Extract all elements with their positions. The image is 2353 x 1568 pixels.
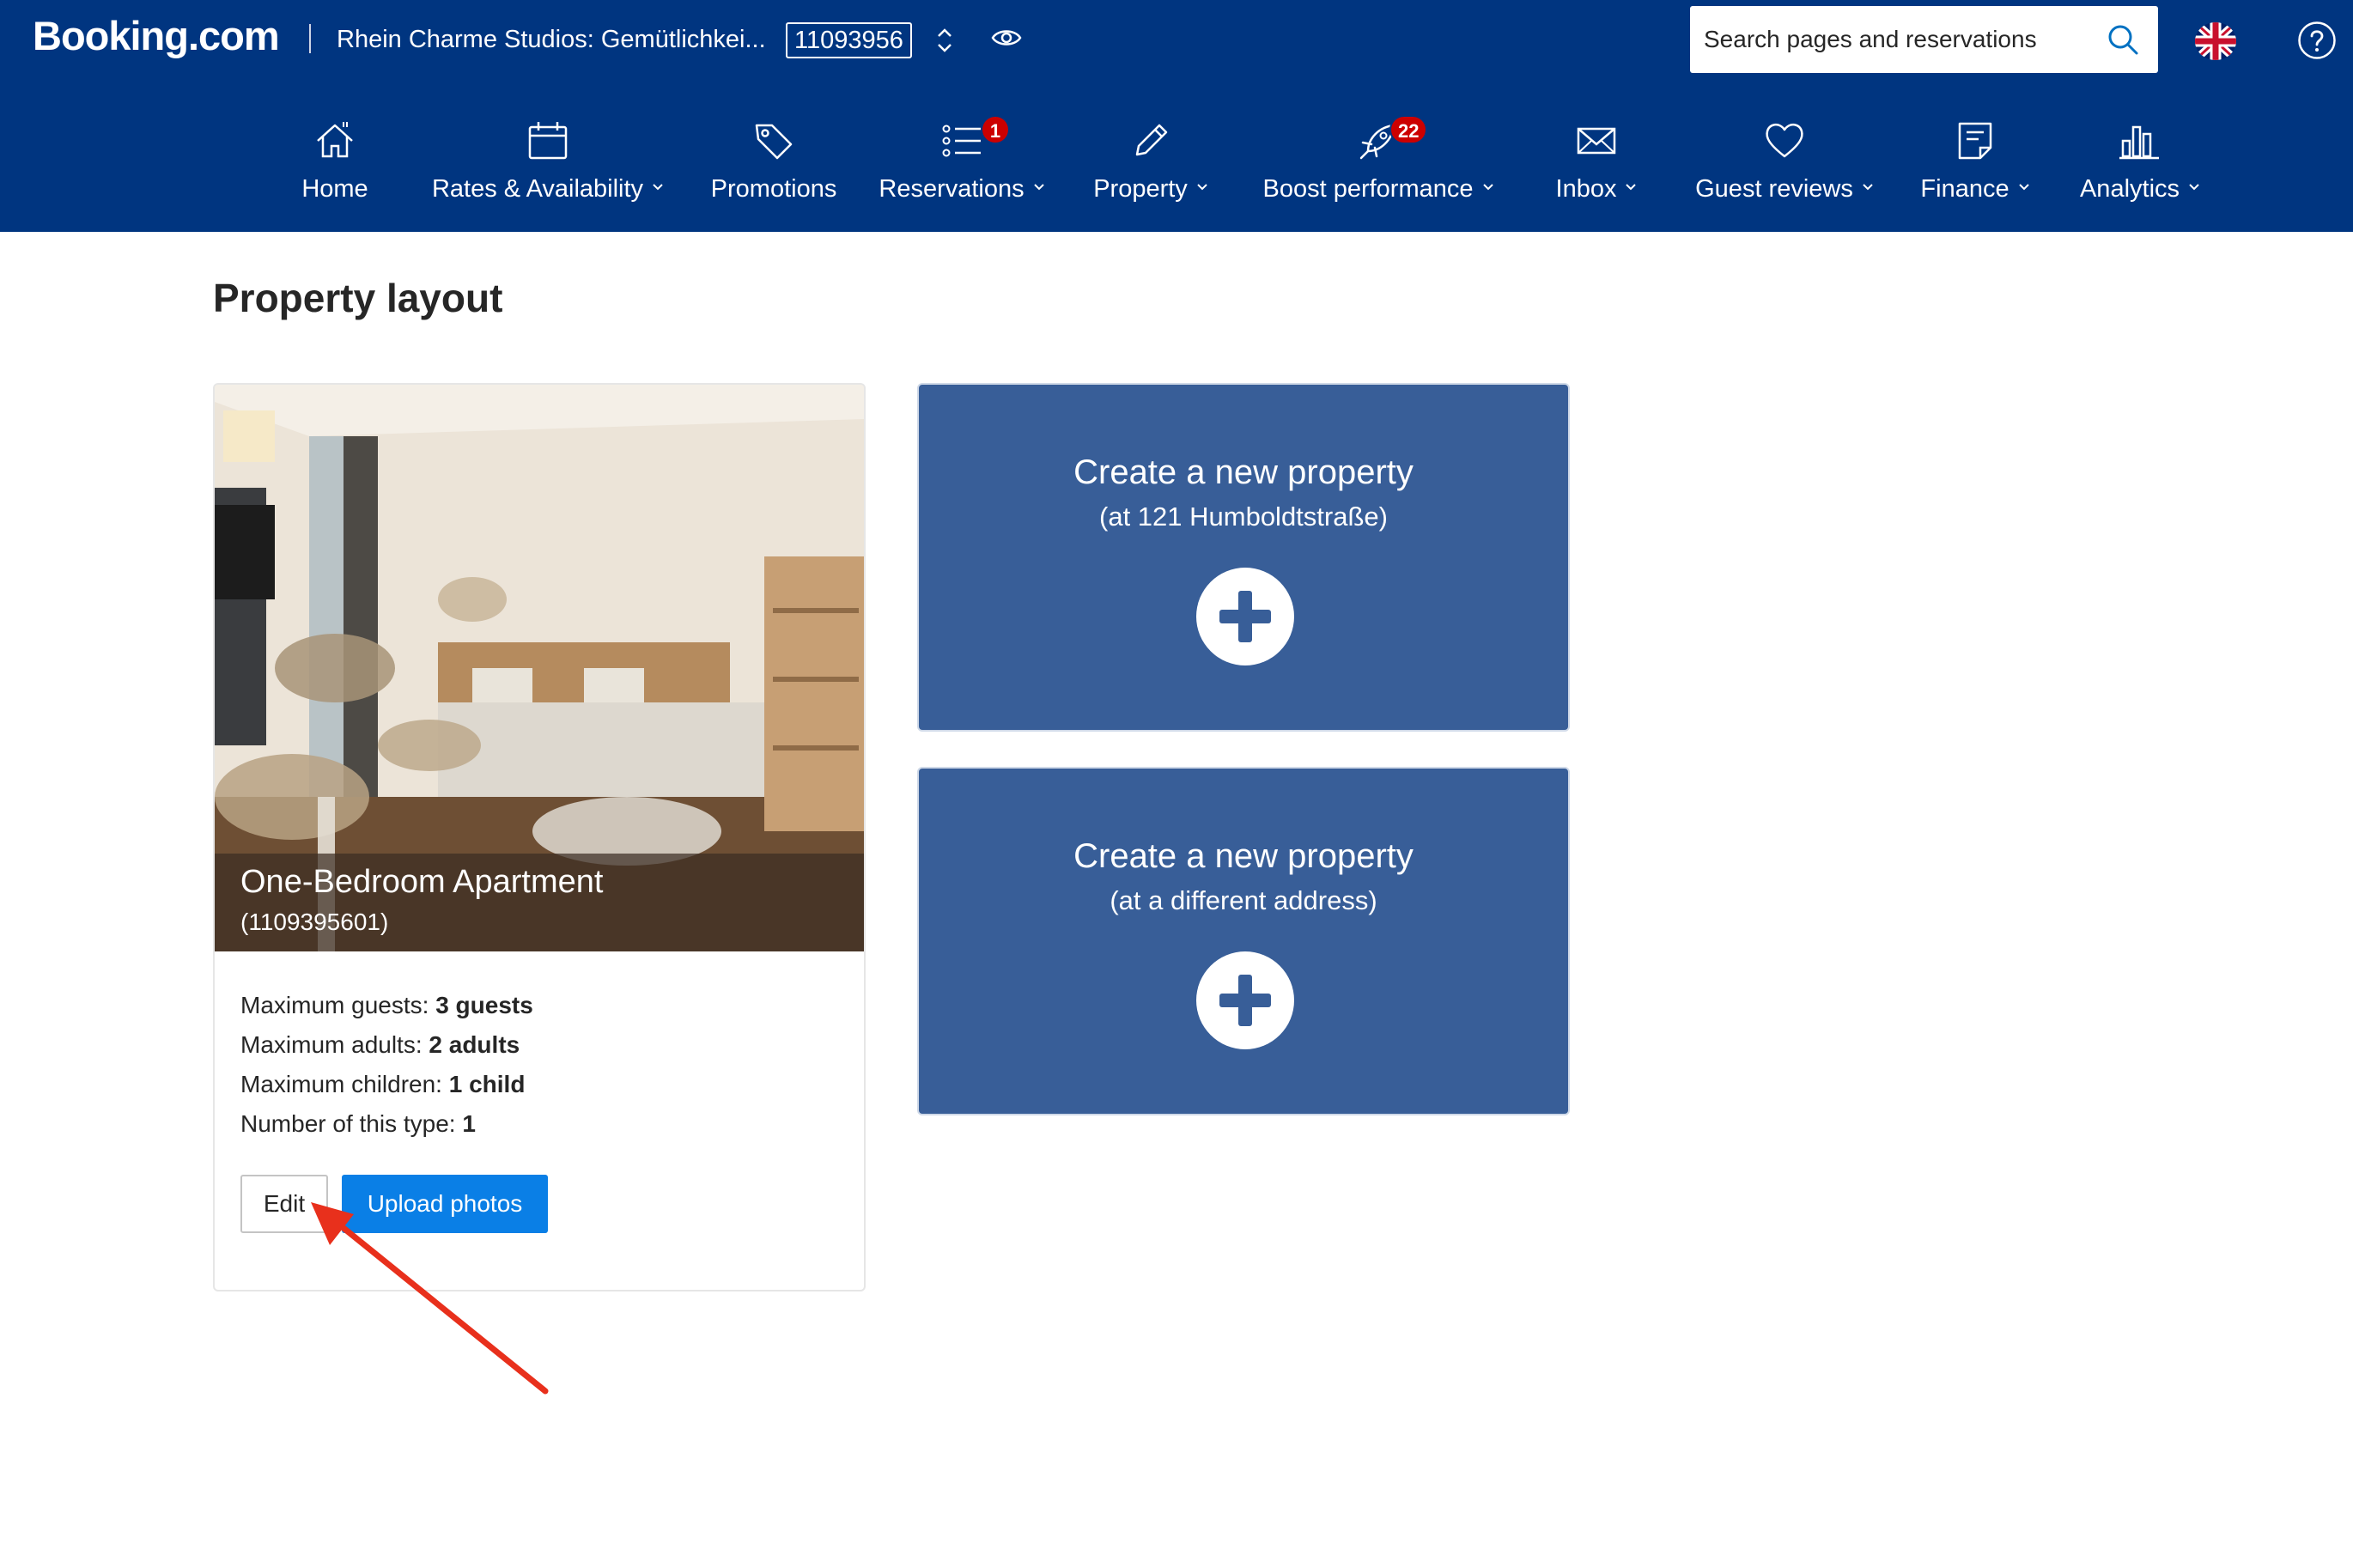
nav-label: Reservations: [879, 175, 1024, 203]
spec-label: Number of this type:: [240, 1110, 456, 1137]
create-card-title: Create a new property: [1073, 453, 1414, 491]
unit-title: One-Bedroom Apartment: [240, 864, 604, 900]
search-box[interactable]: [1690, 6, 2158, 73]
chevron-down-icon: [2189, 184, 2199, 191]
boost-badge: 22: [1389, 115, 1428, 144]
nav-label: Rates & Availability: [431, 175, 644, 203]
page-title: Property layout: [213, 276, 503, 320]
nav-boost-performance[interactable]: 22 Boost performance: [1254, 115, 1503, 215]
top-header: Booking.com Rhein Charme Studios: Gemütl…: [0, 0, 2353, 232]
eye-icon[interactable]: [991, 26, 1022, 50]
list-icon: [942, 125, 981, 157]
envelope-icon: [1577, 127, 1616, 155]
unit-card: One-Bedroom Apartment (1109395601) Maxim…: [213, 383, 866, 1291]
chevron-down-icon: [1482, 184, 1493, 191]
property-name[interactable]: Rhein Charme Studios: Gemütlichkei...: [337, 26, 766, 54]
create-card-subtitle: (at a different address): [1110, 885, 1377, 915]
chevron-down-icon: [1197, 184, 1207, 191]
nav-inbox[interactable]: Inbox: [1546, 119, 1647, 215]
nav-label: Guest reviews: [1695, 175, 1853, 203]
pencil-icon: [1135, 124, 1168, 156]
switch-property-icon[interactable]: [934, 26, 955, 55]
heart-icon: [1766, 124, 1803, 158]
document-icon: [1958, 122, 1992, 160]
bar-chart-icon: [2119, 125, 2159, 160]
search-input[interactable]: [1704, 6, 2099, 73]
nav-label: Analytics: [2079, 175, 2180, 203]
create-property-same-address-card[interactable]: Create a new property (at 121 Humboldtst…: [917, 383, 1570, 732]
property-id-badge[interactable]: 11093956: [786, 22, 912, 58]
spec-value: 3 guests: [435, 992, 533, 1018]
calendar-icon: [528, 122, 568, 160]
spec-max-guests: Maximum guests: 3 guests: [240, 986, 533, 1025]
spec-value: 1 child: [448, 1071, 526, 1097]
spec-value: 2 adults: [429, 1031, 520, 1058]
nav-label: Home: [301, 175, 368, 203]
home-icon: [317, 122, 353, 158]
nav-rates-availability[interactable]: Rates & Availability: [428, 119, 668, 215]
create-card-subtitle: (at 121 Humboldtstraße): [1099, 501, 1388, 532]
reservations-badge: 1: [981, 115, 1010, 144]
booking-logo[interactable]: Booking.com: [33, 12, 280, 59]
nav-promotions[interactable]: Promotions: [709, 119, 838, 215]
search-icon[interactable]: [2107, 23, 2139, 56]
create-property-different-address-card[interactable]: Create a new property (at a different ad…: [917, 767, 1570, 1115]
chevron-down-icon: [1863, 184, 1873, 191]
unit-specs: Maximum guests: 3 guests Maximum adults:…: [240, 986, 533, 1144]
nav-label: Boost performance: [1262, 175, 1474, 203]
plus-circle-icon[interactable]: [1195, 951, 1295, 1050]
chevron-down-icon: [653, 184, 663, 191]
nav-reservations[interactable]: 1 Reservations: [876, 115, 1048, 215]
nav-label: Inbox: [1555, 175, 1617, 203]
uk-flag-icon[interactable]: [2195, 22, 2236, 60]
nav-property[interactable]: Property: [1087, 119, 1214, 215]
chevron-down-icon: [1033, 184, 1044, 191]
unit-id: (1109395601): [240, 909, 389, 935]
spec-value: 1: [462, 1110, 476, 1137]
spec-number-of-type: Number of this type: 1: [240, 1104, 533, 1144]
chevron-down-icon: [1626, 184, 1637, 191]
nav-label: Promotions: [710, 175, 837, 203]
plus-circle-icon[interactable]: [1195, 567, 1295, 666]
nav-home[interactable]: Home: [292, 119, 378, 215]
spec-label: Maximum children:: [240, 1071, 442, 1097]
header-divider: [309, 24, 311, 53]
chevron-down-icon: [2018, 184, 2029, 191]
spec-max-children: Maximum children: 1 child: [240, 1065, 533, 1104]
create-card-title: Create a new property: [1073, 837, 1414, 875]
nav-guest-reviews[interactable]: Guest reviews: [1688, 119, 1881, 215]
tag-icon: [755, 124, 793, 160]
annotation-arrow-icon: [311, 1202, 549, 1395]
nav-label: Finance: [1920, 175, 2009, 203]
spec-label: Maximum adults:: [240, 1031, 423, 1058]
nav-finance[interactable]: Finance: [1917, 119, 2034, 215]
spec-label: Maximum guests:: [240, 992, 429, 1018]
help-icon[interactable]: [2297, 21, 2337, 60]
nav-label: Property: [1093, 175, 1188, 203]
nav-analytics[interactable]: Analytics: [2071, 119, 2209, 215]
spec-max-adults: Maximum adults: 2 adults: [240, 1025, 533, 1065]
